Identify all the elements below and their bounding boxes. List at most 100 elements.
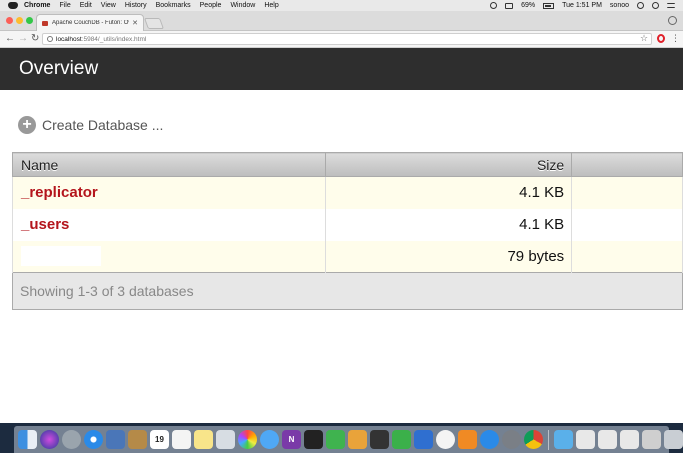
preview-icon[interactable] <box>216 430 235 449</box>
screenshot-icon-4[interactable] <box>642 430 661 449</box>
menu-chrome[interactable]: Chrome <box>24 2 50 9</box>
minimize-window-button[interactable] <box>16 17 23 24</box>
notification-center-icon[interactable] <box>667 3 675 8</box>
reminders-icon[interactable] <box>172 430 191 449</box>
database-size: 4.1 KB <box>324 176 573 209</box>
keynote-icon[interactable] <box>414 430 433 449</box>
appstore-icon[interactable] <box>480 430 499 449</box>
ibooks-icon[interactable] <box>458 430 477 449</box>
notes-icon[interactable] <box>194 430 213 449</box>
menu-bookmarks[interactable]: Bookmarks <box>156 2 191 9</box>
folder-icon[interactable] <box>554 430 573 449</box>
menubar-status-area: 69% Tue 1:51 PM sonoo <box>490 2 683 9</box>
finder-icon[interactable] <box>18 430 37 449</box>
database-size: 79 bytes <box>324 240 573 273</box>
bookmark-star-icon[interactable]: ☆ <box>640 33 648 44</box>
menu-history[interactable]: History <box>125 2 147 9</box>
browser-tab-bar: Apache CouchDB - Futon: Ove ✕ <box>0 11 683 31</box>
browser-menu-icon[interactable]: ⋮ <box>671 33 680 44</box>
go-icon[interactable] <box>370 430 389 449</box>
column-header-name[interactable]: Name <box>12 152 326 177</box>
reload-button[interactable]: ↻ <box>31 33 39 45</box>
menu-help[interactable]: Help <box>264 2 278 9</box>
redacted-name-box <box>21 246 101 267</box>
zoom-window-button[interactable] <box>26 17 33 24</box>
macos-menubar: Chrome File Edit View History Bookmarks … <box>0 0 683 11</box>
contacts-icon[interactable] <box>128 430 147 449</box>
onenote-icon[interactable]: N <box>282 430 301 449</box>
menu-people[interactable]: People <box>200 2 222 9</box>
tab-title: Apache CouchDB - Futon: Ove <box>52 20 130 26</box>
pages-icon[interactable] <box>348 430 367 449</box>
macos-dock: 19 N <box>0 423 683 453</box>
create-database-label: Create Database ... <box>42 117 164 133</box>
launchpad-icon[interactable] <box>62 430 81 449</box>
table-row: _replicator 4.1 KB <box>12 176 683 209</box>
siri-icon[interactable] <box>40 430 59 449</box>
back-button[interactable]: ← <box>5 33 15 45</box>
plus-icon: + <box>18 116 36 134</box>
screenshot-icon[interactable] <box>576 430 595 449</box>
preferences-icon[interactable] <box>502 430 521 449</box>
create-database-button[interactable]: + Create Database ... <box>18 116 163 134</box>
opera-extension-icon[interactable] <box>657 34 665 43</box>
url-host: localhost <box>56 35 82 43</box>
dock-shelf: 19 N <box>14 426 683 453</box>
apple-menu-icon[interactable] <box>8 2 18 9</box>
menu-edit[interactable]: Edit <box>80 2 92 9</box>
address-bar[interactable]: localhost:5984/_utils/index.html <box>42 33 652 45</box>
numbers-icon[interactable] <box>392 430 411 449</box>
table-footer-row: Showing 1-3 of 3 databases <box>12 272 683 310</box>
table-cell-extra <box>571 176 683 209</box>
messages-icon[interactable] <box>260 430 279 449</box>
menu-window[interactable]: Window <box>230 2 255 9</box>
battery-percent: 69% <box>521 2 536 9</box>
browser-toolbar: ← → ↻ localhost:5984/_utils/index.html ☆… <box>0 31 683 48</box>
table-cell-extra <box>571 240 683 273</box>
table-row: _users 4.1 KB <box>12 208 683 241</box>
wifi-icon[interactable] <box>490 2 498 9</box>
user-name[interactable]: sonoo <box>610 2 629 9</box>
airplay-icon[interactable] <box>505 2 514 9</box>
pagination-summary: Showing 1-3 of 3 databases <box>12 272 683 310</box>
menu-view[interactable]: View <box>101 2 116 9</box>
site-info-icon[interactable] <box>47 36 53 42</box>
page-title: Overview <box>0 48 683 90</box>
browser-tab-active[interactable]: Apache CouchDB - Futon: Ove ✕ <box>36 14 144 31</box>
chrome-icon[interactable] <box>524 430 543 449</box>
database-name-link[interactable]: _users <box>12 208 326 241</box>
databases-table: Name Size _replicator 4.1 KB _users 4.1 … <box>12 152 683 310</box>
database-size: 4.1 KB <box>324 208 573 241</box>
screenshot-icon-2[interactable] <box>598 430 617 449</box>
photo-icon[interactable] <box>106 430 125 449</box>
couchdb-futon-page: Overview + Create Database ... Name Size… <box>0 48 683 423</box>
itunes-icon[interactable] <box>436 430 455 449</box>
screenshot-icon-3[interactable] <box>620 430 639 449</box>
table-header-row: Name Size <box>12 152 683 177</box>
close-window-button[interactable] <box>6 17 13 24</box>
column-header-extra <box>571 152 683 177</box>
trash-icon[interactable] <box>664 430 683 449</box>
spotlight-icon[interactable] <box>637 2 644 9</box>
siri-menubar-icon[interactable] <box>652 2 659 9</box>
database-name-link[interactable]: _replicator <box>12 176 326 209</box>
tab-close-icon[interactable]: ✕ <box>132 19 138 27</box>
table-cell-extra <box>571 208 683 241</box>
calendar-icon[interactable]: 19 <box>150 430 169 449</box>
column-header-size[interactable]: Size <box>324 152 573 177</box>
clock[interactable]: Tue 1:51 PM <box>562 2 602 9</box>
url-path: :5984/_utils/index.html <box>81 35 147 43</box>
menu-file[interactable]: File <box>59 2 70 9</box>
couchdb-favicon-icon <box>42 20 48 26</box>
profile-icon[interactable] <box>668 16 677 25</box>
database-name-redacted[interactable] <box>12 240 326 273</box>
photos-icon[interactable] <box>238 430 257 449</box>
new-tab-button[interactable] <box>143 18 165 29</box>
dock-separator <box>548 429 549 450</box>
battery-icon[interactable] <box>543 2 555 9</box>
safari-icon[interactable] <box>84 430 103 449</box>
table-row: 79 bytes <box>12 240 683 273</box>
forward-button[interactable]: → <box>18 33 28 45</box>
terminal-icon[interactable] <box>304 430 323 449</box>
facetime-icon[interactable] <box>326 430 345 449</box>
